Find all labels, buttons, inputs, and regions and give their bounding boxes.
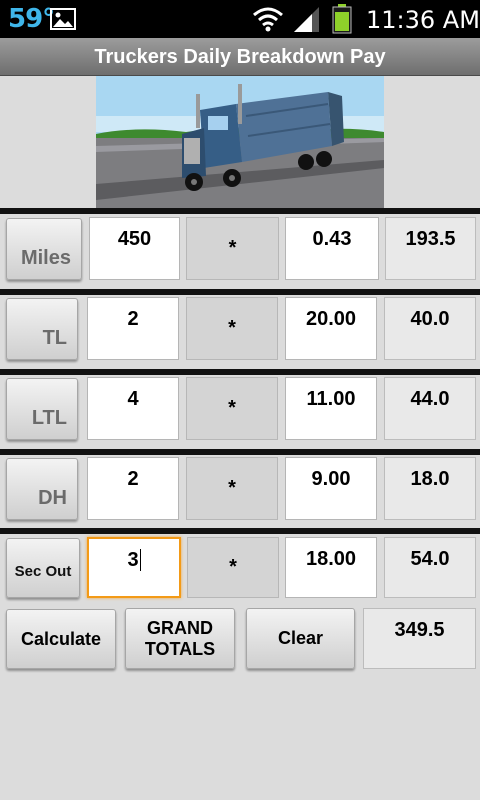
calculate-button[interactable]: Calculate [6, 609, 116, 669]
row-divider [0, 369, 480, 375]
signal-icon [292, 5, 320, 33]
grand-totals-button[interactable]: GRAND TOTALS [125, 608, 235, 669]
ltl-rate-input[interactable]: 11.00 [285, 377, 377, 440]
truck-image [96, 76, 384, 208]
text-caret [139, 549, 141, 571]
sec-out-rate-input[interactable]: 18.00 [285, 537, 377, 598]
gallery-icon [50, 8, 76, 30]
clock: 11:36 AM [366, 6, 480, 34]
tl-multiply-operator: * [186, 297, 278, 360]
ltl-multiply-operator: * [186, 377, 278, 440]
battery-icon [332, 4, 352, 34]
row-divider [0, 208, 480, 214]
miles-rate-input[interactable]: 0.43 [285, 217, 379, 280]
tl-rate-input[interactable]: 20.00 [285, 297, 377, 360]
grand-totals-line1: GRAND [147, 617, 213, 638]
dh-quantity-input[interactable]: 2 [87, 457, 179, 520]
grand-total-value: 349.5 [363, 608, 476, 669]
app-title-bar: Truckers Daily Breakdown Pay [0, 38, 480, 76]
status-bar: 59° 11:36 AM [0, 0, 480, 38]
sec-out-label-button[interactable]: Sec Out [6, 538, 80, 598]
miles-label-button[interactable]: Miles [6, 218, 82, 280]
clear-button[interactable]: Clear [246, 608, 355, 669]
sec-out-multiply-operator: * [187, 537, 279, 598]
dh-result: 18.0 [384, 457, 476, 520]
grand-totals-line2: TOTALS [144, 638, 216, 659]
weather-temperature: 59° [8, 4, 55, 34]
tl-quantity-input[interactable]: 2 [87, 297, 179, 360]
miles-result: 193.5 [385, 217, 476, 280]
wifi-icon [252, 6, 284, 32]
sec-out-quantity-input[interactable]: 3 [87, 537, 181, 598]
tl-result: 40.0 [384, 297, 476, 360]
row-divider [0, 528, 480, 534]
row-divider [0, 289, 480, 295]
ltl-quantity-input[interactable]: 4 [87, 377, 179, 440]
app-title: Truckers Daily Breakdown Pay [94, 46, 386, 68]
sec-out-result: 54.0 [384, 537, 476, 598]
dh-label-button[interactable]: DH [6, 458, 78, 520]
miles-multiply-operator: * [186, 217, 279, 280]
ltl-label-button[interactable]: LTL [6, 378, 78, 440]
ltl-result: 44.0 [384, 377, 476, 440]
tl-label-button[interactable]: TL [6, 298, 78, 360]
miles-quantity-input[interactable]: 450 [89, 217, 180, 280]
dh-rate-input[interactable]: 9.00 [285, 457, 377, 520]
sec-out-quantity-value: 3 [127, 549, 139, 571]
dh-multiply-operator: * [186, 457, 278, 520]
row-divider [0, 449, 480, 455]
